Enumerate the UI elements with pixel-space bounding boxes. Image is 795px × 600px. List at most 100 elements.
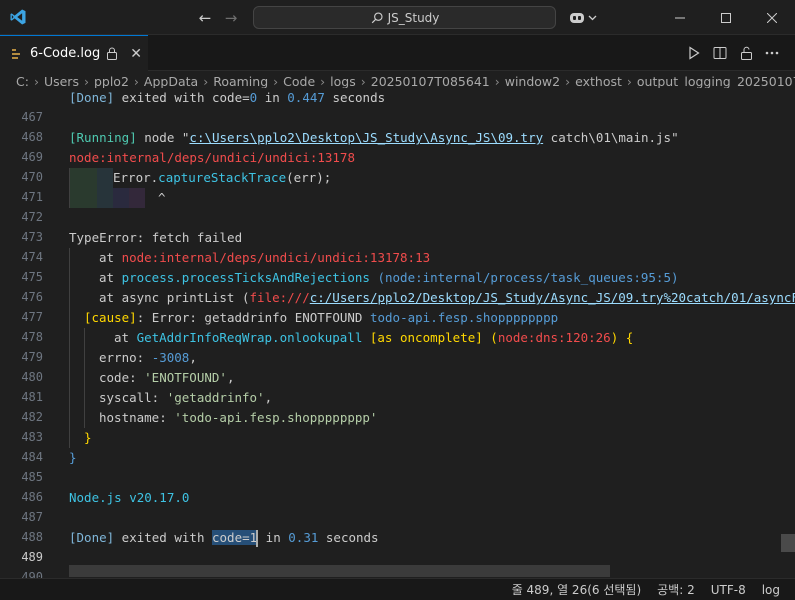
breadcrumb-item[interactable]: logs xyxy=(330,74,356,89)
log-token: ( xyxy=(369,270,385,285)
cursor-position[interactable]: 줄 489, 열 26(6 선택됨) xyxy=(512,581,641,598)
selected-text: code=1 xyxy=(212,530,258,545)
log-token: node:internal/process/task_queues:95:5 xyxy=(385,270,671,285)
log-line: 472 ^ xyxy=(0,188,795,224)
log-token: [Running] xyxy=(69,130,137,145)
log-token: at xyxy=(99,270,122,285)
log-token: 0.447 xyxy=(287,90,325,105)
log-token: ) xyxy=(670,270,679,285)
log-token: todo-api.fesp.shopppppppp xyxy=(369,310,559,325)
close-window-button[interactable] xyxy=(749,0,795,35)
vscode-logo-icon[interactable] xyxy=(9,8,27,26)
status-bar: 줄 489, 열 26(6 선택됨) 공백: 2 UTF-8 log xyxy=(0,578,795,600)
log-token: 'getaddrinfo' xyxy=(166,390,265,405)
breadcrumb-item[interactable]: Code xyxy=(283,74,315,89)
chevron-right-icon: › xyxy=(320,73,326,89)
indentation-setting[interactable]: 공백: 2 xyxy=(657,581,695,598)
split-editor-button[interactable] xyxy=(711,44,729,62)
log-token: syscall: xyxy=(99,390,167,405)
minimize-button[interactable] xyxy=(657,0,703,35)
maximize-button[interactable] xyxy=(703,0,749,35)
encoding-setting[interactable]: UTF-8 xyxy=(711,583,746,597)
log-line: 477 at async printList (file:///c:/Users… xyxy=(0,288,795,324)
close-icon xyxy=(767,12,777,23)
chevron-right-icon: › xyxy=(273,73,279,89)
breadcrumb-item[interactable]: Users xyxy=(44,74,79,89)
log-token: = xyxy=(242,90,250,105)
minimize-icon xyxy=(675,17,685,18)
log-line: 469 [Running] node "c:\Users\pplo2\Deskt… xyxy=(0,128,795,164)
log-line: 488 xyxy=(0,508,795,544)
log-token: 0.31 xyxy=(288,530,319,545)
chevron-right-icon: › xyxy=(83,73,89,89)
tab-label: 6-Code.log xyxy=(30,46,101,61)
chevron-right-icon: › xyxy=(133,73,139,89)
log-token: process.processTicksAndRejections xyxy=(121,270,370,285)
breadcrumb-item[interactable]: exthost xyxy=(575,74,622,89)
log-token: -3008 xyxy=(151,350,190,365)
log-token: node xyxy=(136,130,182,145)
breadcrumb-item[interactable]: window2 xyxy=(505,74,560,89)
tab-6-code-log[interactable]: 6-Code.log ✕ xyxy=(0,35,148,71)
command-center-search[interactable]: JS_Study xyxy=(253,6,556,29)
log-line: 483 hostname: 'todo-api.fesp.shopppppppp… xyxy=(0,408,795,444)
log-line: 467 [Done] exited with code=0 in 0.447 s… xyxy=(0,88,795,124)
vertical-scrollbar-thumb[interactable] xyxy=(781,534,795,552)
log-line: 473 xyxy=(0,208,795,244)
breadcrumb-item[interactable]: output_logging_20250107T19035 xyxy=(637,74,795,89)
log-token: Node.js v20.17.0 xyxy=(69,490,190,505)
unlock-icon xyxy=(740,46,752,60)
forward-arrow-icon[interactable]: → xyxy=(220,7,242,29)
log-token: [as oncomplete] xyxy=(362,330,491,345)
log-token: errno: xyxy=(99,350,152,365)
chevron-right-icon: › xyxy=(33,73,39,89)
log-token: ) { xyxy=(610,330,634,345)
log-token: : Error: getaddrinfo ENOTFOUND xyxy=(136,310,370,325)
log-token: code: xyxy=(99,370,145,385)
breadcrumb-item[interactable]: 20250107T085641 xyxy=(371,74,490,89)
log-line: 480 errno: -3008, xyxy=(0,348,795,384)
log-token: exited with xyxy=(114,530,212,545)
chevron-right-icon: › xyxy=(565,73,571,89)
log-token: in xyxy=(257,90,288,105)
log-line: 468 xyxy=(0,108,795,144)
run-button[interactable] xyxy=(685,44,703,62)
log-token: at async printList ( xyxy=(99,290,250,305)
lock-icon xyxy=(107,47,118,60)
breadcrumb-item[interactable]: C: xyxy=(16,74,29,89)
log-token: (err); xyxy=(286,170,332,185)
log-token: hostname: xyxy=(99,410,175,425)
editor-area[interactable]: 467 [Done] exited with code=0 in 0.447 s… xyxy=(0,88,795,578)
editor-actions xyxy=(685,35,795,71)
play-icon xyxy=(689,46,700,60)
log-line: 479 at GetAddrInfoReqWrap.onlookupall [a… xyxy=(0,328,795,364)
log-line: 476 at process.processTicksAndRejections… xyxy=(0,268,795,304)
back-arrow-icon[interactable]: ← xyxy=(194,7,216,29)
breadcrumb-item[interactable]: AppData xyxy=(144,74,198,89)
more-actions-button[interactable] xyxy=(763,44,781,62)
log-token: seconds xyxy=(324,90,386,105)
log-token: captureStackTrace xyxy=(158,170,287,185)
settings-file-icon xyxy=(12,48,20,59)
close-tab-icon[interactable]: ✕ xyxy=(130,46,142,62)
log-token: , xyxy=(189,350,197,365)
log-token: node:dns:120:26 xyxy=(497,330,611,345)
log-line: 486 xyxy=(0,468,795,504)
title-bar: ← → JS_Study xyxy=(0,0,795,35)
copilot-icon xyxy=(570,13,584,23)
breadcrumb-item[interactable]: Roaming xyxy=(213,74,268,89)
log-token: , xyxy=(264,390,273,405)
unlock-button[interactable] xyxy=(737,44,755,62)
log-token: 'todo-api.fesp.shopppppppp' xyxy=(174,410,378,425)
chevron-right-icon: › xyxy=(494,73,500,89)
file-link[interactable]: c:/Users/pplo2/Desktop/JS_Study/Async_JS… xyxy=(310,290,795,305)
breadcrumb-item[interactable]: pplo2 xyxy=(94,74,129,89)
language-mode[interactable]: log xyxy=(762,583,780,597)
log-token: ( xyxy=(490,330,498,345)
log-line: 474 TypeError: fetch failed xyxy=(0,228,795,264)
log-token: Error xyxy=(113,170,151,185)
horizontal-scrollbar[interactable] xyxy=(69,565,610,577)
log-token: file:/// xyxy=(249,290,310,305)
copilot-menu[interactable] xyxy=(568,8,600,28)
file-link[interactable]: c:\Users\pplo2\Desktop\JS_Study\Async_JS… xyxy=(189,130,543,145)
